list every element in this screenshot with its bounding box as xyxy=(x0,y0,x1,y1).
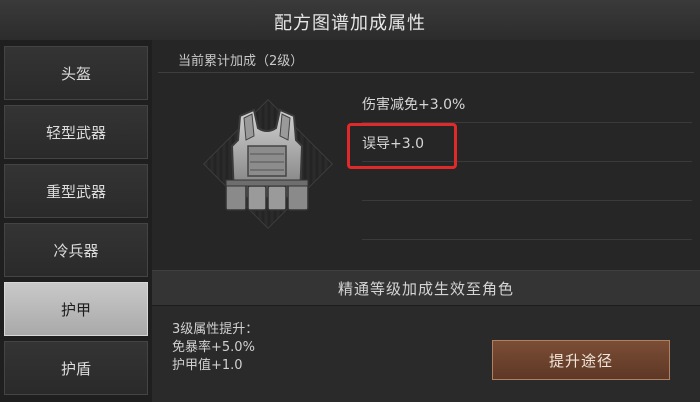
next-level-bonus: 护甲值+1.0 xyxy=(172,358,243,373)
current-bonus-title: 当前累计加成（2级） xyxy=(178,54,304,69)
title-bar: 配方图谱加成属性 xyxy=(0,0,700,41)
upgrade-path-button[interactable]: 提升途径 xyxy=(492,340,670,380)
armor-vest-icon xyxy=(225,108,309,211)
sidebar-item-label: 重型武器 xyxy=(45,182,106,201)
next-level-title: 3级属性提升： xyxy=(172,322,259,337)
sidebar-item-helmet[interactable]: 头盔 xyxy=(4,46,148,100)
sidebar-item-light-weapon[interactable]: 轻型武器 xyxy=(4,105,148,159)
sidebar-item-label: 护盾 xyxy=(60,359,91,378)
notice-text: 精通等级加成生效至角色 xyxy=(337,280,514,298)
sidebar-item-label: 冷兵器 xyxy=(53,241,99,260)
sidebar-item-label: 护甲 xyxy=(60,300,91,319)
window-title: 配方图谱加成属性 xyxy=(274,13,426,34)
sidebar-item-label: 头盔 xyxy=(60,64,91,83)
item-display xyxy=(192,88,342,238)
main-panel: 当前累计加成（2级） 伤害减免+3.0% 误导+3.0 精通等级加成生效至角色 … xyxy=(152,40,700,402)
sidebar-item-heavy-weapon[interactable]: 重型武器 xyxy=(4,164,148,218)
stat-text: 伤害减免+3.0% xyxy=(362,97,466,113)
stat-row-empty xyxy=(362,201,692,240)
stat-row-damage-reduction: 伤害减免+3.0% xyxy=(362,84,692,123)
red-highlight-box xyxy=(347,123,457,169)
section-header: 当前累计加成（2级） xyxy=(158,46,694,73)
sidebar-item-label: 轻型武器 xyxy=(45,123,106,142)
category-sidebar: 头盔 轻型武器 重型武器 冷兵器 护甲 护盾 xyxy=(0,40,152,402)
notice-bar: 精通等级加成生效至角色 xyxy=(152,270,700,306)
next-level-panel: 3级属性提升： 免暴率+5.0% 护甲值+1.0 提升途径 xyxy=(152,306,700,402)
upgrade-path-label: 提升途径 xyxy=(548,351,613,370)
sidebar-item-melee-weapon[interactable]: 冷兵器 xyxy=(4,223,148,277)
next-level-bonus: 免暴率+5.0% xyxy=(172,340,255,355)
sidebar-item-shield[interactable]: 护盾 xyxy=(4,341,148,395)
sidebar-item-armor[interactable]: 护甲 xyxy=(4,282,148,336)
